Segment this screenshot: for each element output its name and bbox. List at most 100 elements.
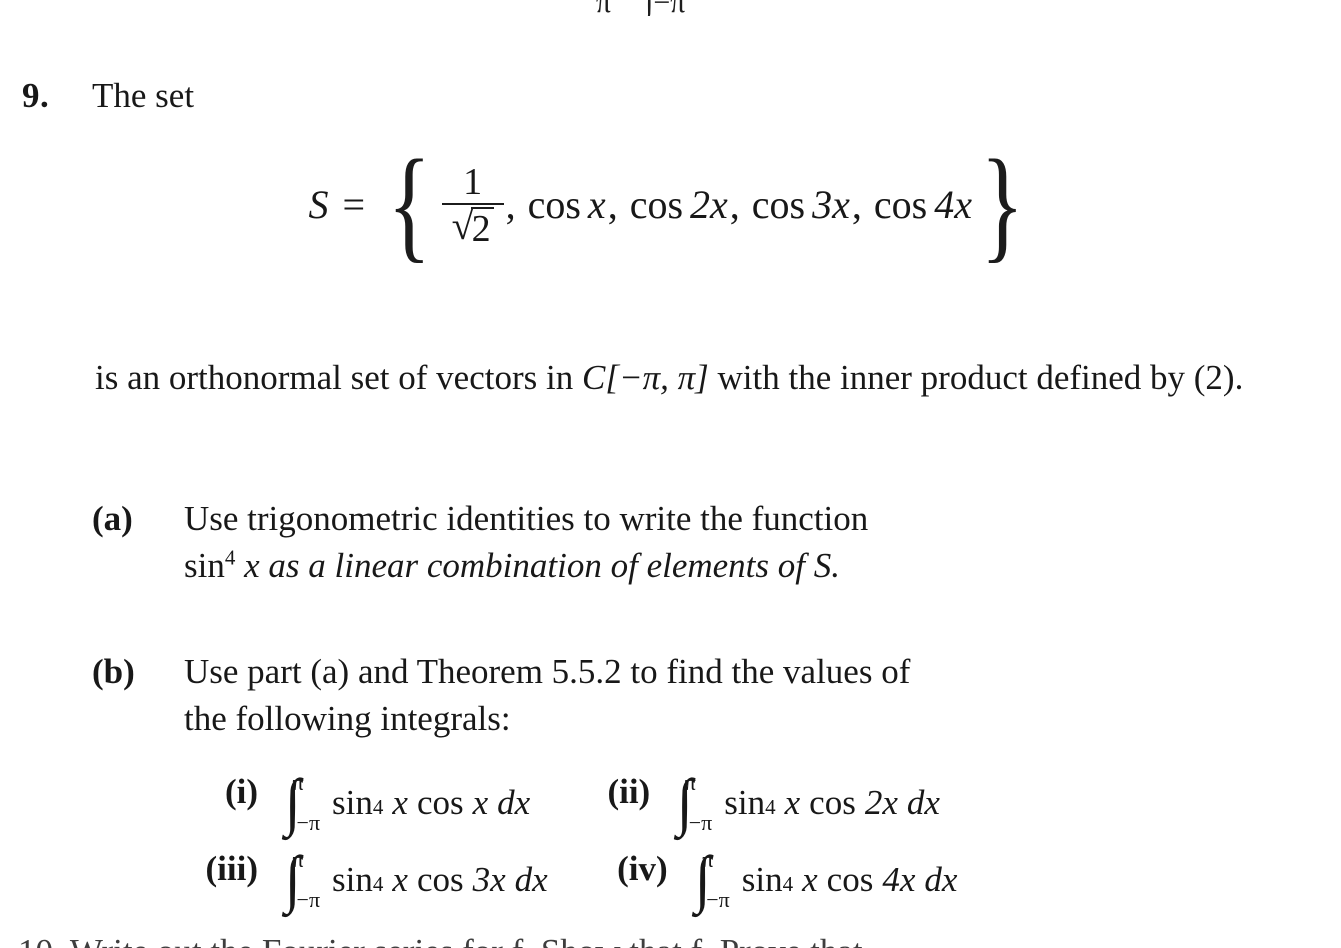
equation-comma-1: ,	[505, 182, 516, 228]
integrand-iv: sin 4 x cos 4x dx	[741, 860, 958, 899]
cos-label-2: cos	[629, 182, 684, 228]
integral-item-iv: (iv)	[548, 849, 668, 889]
textbook-page: π ∫−π 9. The set S = { 1 √ 2	[0, 0, 1341, 948]
set-term-cos-2x: cos 2x	[630, 185, 728, 225]
integral-item-ii: (ii)	[530, 772, 650, 812]
integral-sign-group-iv: ∫ π −π	[694, 843, 730, 915]
bottom-clipped-line-content: 10. Write out the Fourier series for f. …	[18, 932, 863, 948]
integral-list: (i) ∫ π −π sin 4 x cos x dx (ii) ∫ π −π …	[150, 766, 1330, 926]
part-b: (b) Use part (a) and Theorem 5.5.2 to fi…	[92, 648, 1287, 742]
integral-expression-ii: ∫ π −π sin 4 x cos 2x dx	[650, 766, 940, 838]
top-clip-right-fragment: ∫−π	[645, 0, 685, 16]
integrand-cos-iii: cos	[416, 860, 464, 899]
integrand-var-iii: x	[392, 860, 408, 899]
cos-arg-3: 3x	[812, 182, 850, 228]
equation-comma-3: ,	[729, 182, 740, 228]
integral-roman-iii: (iii)	[205, 849, 258, 888]
part-b-label: (b)	[92, 652, 135, 691]
equation-comma-4: ,	[851, 182, 862, 228]
equation-comma-2: ,	[607, 182, 618, 228]
part-a-line1: Use trigonometric identities to write th…	[184, 499, 869, 538]
part-a: (a) Use trigonometric identities to writ…	[92, 495, 1287, 589]
part-b-line1: Use part (a) and Theorem 5.5.2 to find t…	[184, 652, 911, 691]
part-b-line2: the following integrals:	[184, 699, 511, 738]
integrand-cos-arg-iii: 3x	[472, 860, 506, 899]
function-space-label: C[−π, π]	[581, 358, 709, 397]
equation-equals-sign: =	[342, 182, 366, 228]
set-term-cos-x: cos x	[528, 185, 606, 225]
integrand-cos-ii: cos	[809, 783, 856, 822]
integrand-sin-i: sin	[332, 783, 373, 822]
integrand-cos-arg-ii: 2x	[864, 783, 898, 822]
integrand-sin-iv: sin	[741, 860, 783, 899]
integral-roman-iv: (iv)	[617, 849, 668, 888]
integrand-ii: sin 4 x cos 2x dx	[724, 783, 940, 822]
integral-sign-group-ii: ∫ π −π	[676, 766, 712, 838]
cos-label-3: cos	[751, 182, 806, 228]
part-a-exponent: 4	[224, 545, 236, 570]
differential-iv: dx	[924, 860, 958, 899]
cos-label-4: cos	[873, 182, 928, 228]
integrand-cos-iv: cos	[826, 860, 874, 899]
top-clip-left-fragment: π	[596, 0, 611, 16]
part-a-line2: sin4 x as a linear combination of elemen…	[184, 542, 1287, 589]
integral-row-1: (i) ∫ π −π sin 4 x cos x dx (ii) ∫ π −π …	[150, 766, 1330, 849]
cos-arg-4: 4x	[934, 182, 972, 228]
differential-i: dx	[497, 783, 531, 822]
integral-expression-iv: ∫ π −π sin 4 x cos 4x dx	[668, 843, 958, 915]
integrand-cos-arg-iv: 4x	[882, 860, 916, 899]
top-clipped-line-content: π ∫−π	[596, 0, 685, 16]
integral-row-2: (iii) ∫ π −π sin 4 x cos 3x dx (iv) ∫ π …	[150, 843, 1330, 926]
paragraph-line1-tail: with the	[717, 358, 832, 397]
integrand-var-i: x	[392, 783, 408, 822]
integral-roman-ii: (ii)	[607, 772, 651, 811]
integral-expression-i: ∫ π −π sin 4 x cos x dx	[258, 766, 531, 838]
integrand-cos-i: cos	[416, 783, 464, 822]
bottom-clipped-line: 10. Write out the Fourier series for f. …	[0, 932, 1341, 948]
part-a-body: Use trigonometric identities to write th…	[184, 495, 1287, 589]
integral-sign-icon: ∫	[284, 766, 301, 838]
equation-lhs: S	[308, 182, 329, 228]
set-term-cos-4x: cos 4x	[874, 185, 972, 225]
integrand-sin-iii: sin	[332, 860, 373, 899]
part-a-label: (a)	[92, 499, 133, 538]
fraction-numerator: 1	[463, 160, 483, 203]
close-brace: }	[980, 135, 1024, 274]
differential-iii: dx	[514, 860, 548, 899]
integral-sign-icon: ∫	[677, 766, 693, 838]
cos-arg-1: x	[587, 182, 606, 228]
open-brace: {	[387, 135, 432, 274]
integral-item-iii: (iii)	[150, 849, 258, 889]
integral-sign-group-i: ∫ π −π	[284, 766, 320, 838]
integral-sign-icon: ∫	[284, 843, 301, 915]
exercise-lead-in: The set	[92, 76, 195, 115]
integrand-i: sin 4 x cos x dx	[332, 783, 531, 822]
radicand: 2	[470, 206, 494, 248]
integral-sign-group-iii: ∫ π −π	[284, 843, 320, 915]
differential-ii: dx	[906, 783, 940, 822]
top-clipped-line: π ∫−π	[0, 0, 1341, 16]
integrand-iii: sin 4 x cos 3x dx	[332, 860, 548, 899]
integrand-cos-arg-i: x	[472, 783, 489, 822]
integrand-var-iv: x	[802, 860, 818, 899]
paragraph-line1-head: is an orthonormal set of vectors in	[95, 358, 574, 397]
set-equation: S = { 1 √ 2 , cos x , cos 2x , cos 3x , …	[0, 135, 1341, 274]
integrand-sin-ii: sin	[724, 783, 766, 822]
part-b-body: Use part (a) and Theorem 5.5.2 to find t…	[184, 648, 1287, 742]
cos-arg-2: 2x	[690, 182, 728, 228]
part-a-line2-tail: x as a linear combination of elements of…	[244, 546, 840, 585]
fraction-denominator: √ 2	[446, 205, 500, 248]
paragraph-line2: inner product defined by (2).	[840, 358, 1244, 397]
part-a-sin: sin	[184, 546, 225, 585]
integral-sign-icon: ∫	[694, 843, 711, 915]
integral-roman-i: (i)	[224, 772, 258, 811]
integrand-var-ii: x	[784, 783, 801, 822]
radical: √ 2	[452, 205, 494, 248]
integral-expression-iii: ∫ π −π sin 4 x cos 3x dx	[258, 843, 548, 915]
integral-item-i: (i)	[150, 772, 258, 812]
set-term-cos-3x: cos 3x	[752, 185, 850, 225]
exercise-number: 9.	[22, 76, 50, 115]
exercise-paragraph: is an orthonormal set of vectors in C[−π…	[95, 355, 1285, 400]
cos-label-1: cos	[527, 182, 581, 228]
fraction-one-over-root-two: 1 √ 2	[441, 160, 504, 248]
